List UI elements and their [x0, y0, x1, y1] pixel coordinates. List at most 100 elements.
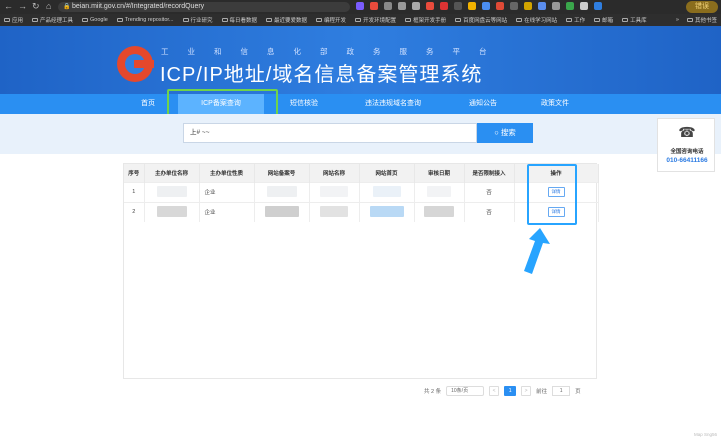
chevron-right-icon[interactable]: »	[676, 17, 679, 23]
redaction-block	[427, 185, 451, 197]
contact-label: 全国咨询电话	[670, 149, 704, 155]
extension-icon[interactable]	[594, 2, 602, 10]
bookmark-item[interactable]: 产品经理工具	[32, 16, 73, 24]
redacted-unit-name	[144, 181, 200, 202]
extension-icon[interactable]	[510, 2, 518, 10]
extension-icon[interactable]	[384, 2, 392, 10]
bookmark-item[interactable]: 百度网盘云等网站	[455, 16, 507, 24]
bookmark-item[interactable]: 行业研究	[182, 16, 213, 24]
search-button[interactable]: ○ 搜索	[477, 123, 533, 143]
column-header: 主办单位性质	[199, 164, 255, 182]
browser-nav: ← → ↻ ⌂	[4, 2, 55, 11]
redacted-site-name	[309, 201, 360, 222]
row-index: 2	[124, 201, 145, 222]
bookmark-item[interactable]: 每日看数据	[221, 16, 257, 24]
lock-icon: 🔒	[63, 4, 71, 10]
extension-icon[interactable]	[440, 2, 448, 10]
total-count: 共 2 条	[424, 389, 442, 395]
redaction-block	[320, 185, 348, 197]
extension-icon[interactable]	[454, 2, 462, 10]
extension-icon[interactable]	[496, 2, 504, 10]
extension-icon[interactable]	[524, 2, 532, 10]
search-button-label: 搜索	[500, 128, 516, 137]
google-icon	[82, 18, 89, 22]
extension-icon[interactable]	[538, 2, 546, 10]
bookmark-item[interactable]: 邮箱	[594, 16, 613, 24]
folder-icon	[455, 18, 462, 22]
folder-icon	[266, 18, 273, 22]
extension-icon[interactable]	[412, 2, 420, 10]
redacted-record-number	[254, 181, 310, 202]
redaction-block	[369, 205, 404, 217]
column-header: 主办单位名称	[144, 164, 200, 182]
redacted-site-home	[359, 201, 415, 222]
redacted-site-home	[359, 181, 415, 202]
column-header: 序号	[124, 164, 145, 182]
back-icon[interactable]: ←	[4, 2, 13, 11]
redacted-site-name	[309, 181, 360, 202]
goto-page-input[interactable]: 1	[552, 386, 571, 396]
bookmark-item[interactable]: 开发环境配置	[355, 16, 396, 24]
home-icon[interactable]: ⌂	[46, 2, 55, 11]
phone-icon: ☎	[678, 124, 696, 140]
nav-item-illegal-domain[interactable]: 违法违规域名查询	[350, 94, 436, 114]
bookmark-item[interactable]: 工作	[566, 16, 585, 24]
bookmark-item[interactable]: 最近要爱数据	[266, 16, 307, 24]
extension-icon[interactable]	[426, 2, 434, 10]
page-size-select[interactable]: 10条/页	[446, 386, 485, 396]
folder-icon	[182, 18, 189, 22]
bookmarks-bar: 应用 产品经理工具 Google Trending repositor... 行…	[0, 14, 721, 26]
redaction-block	[266, 185, 297, 197]
column-header: 网站首页	[359, 164, 415, 182]
bookmark-item[interactable]: Google	[82, 17, 108, 23]
column-header: 网站名称	[309, 164, 360, 182]
bookmark-item[interactable]: 工具库	[622, 16, 647, 24]
extension-icon[interactable]	[552, 2, 560, 10]
nav-item-home[interactable]: 首页	[128, 94, 168, 114]
extension-icon[interactable]	[398, 2, 406, 10]
redacted-review-date	[414, 181, 465, 202]
profile-button[interactable]: 错误	[686, 1, 718, 13]
bookmarks-overflow: » 其他书签	[676, 14, 717, 26]
current-page[interactable]: 1	[504, 386, 517, 396]
search-input[interactable]: 上# ~~	[183, 123, 477, 143]
goto-label: 前往	[536, 389, 548, 395]
redacted-record-number	[254, 201, 310, 222]
bookmark-item[interactable]: 编程开发	[316, 16, 346, 24]
puzzle-icon[interactable]	[580, 2, 588, 10]
extension-icon[interactable]	[566, 2, 574, 10]
nav-item-sms-verify[interactable]: 短信核验	[279, 94, 329, 114]
bookmark-item[interactable]: Trending repositor...	[116, 17, 174, 23]
reload-icon[interactable]: ↻	[32, 2, 41, 11]
nav-item-notices[interactable]: 通知公告	[458, 94, 508, 114]
banner-subtitle: 工业和信息化部政务服务平台	[161, 47, 506, 56]
prev-page-button[interactable]: <	[489, 386, 500, 396]
extension-icon[interactable]	[356, 2, 364, 10]
restricted-access: 否	[464, 201, 515, 222]
extensions-row	[356, 2, 602, 10]
address-bar[interactable]: 🔒 beian.miit.gov.cn/#/Integrated/recordQ…	[58, 2, 350, 12]
column-header: 网站备案号	[254, 164, 310, 182]
contact-phone: 010-66411166	[666, 157, 708, 164]
forward-icon[interactable]: →	[18, 2, 27, 11]
highlight-box-blue	[527, 164, 577, 225]
bookmark-item[interactable]: 框架开发手册	[405, 16, 446, 24]
folder-icon	[221, 18, 228, 22]
bookmark-item[interactable]: 应用	[4, 16, 23, 24]
extension-icon[interactable]	[468, 2, 476, 10]
unit-type: 企业	[199, 181, 255, 202]
extension-icon[interactable]	[482, 2, 490, 10]
page-title: ICP/IP地址/域名信息备案管理系统	[160, 64, 483, 86]
page-unit: 页	[575, 389, 581, 395]
next-page-button[interactable]: >	[521, 386, 532, 396]
apps-icon	[4, 18, 10, 22]
pagination: 共 2 条 10条/页 < 1 > 前往 1 页	[424, 386, 581, 396]
redaction-block	[372, 185, 401, 197]
other-bookmarks[interactable]: 其他书签	[686, 16, 717, 24]
nav-item-policy[interactable]: 政策文件	[530, 94, 580, 114]
folder-icon	[566, 18, 573, 22]
extension-icon[interactable]	[370, 2, 378, 10]
folder-icon	[405, 18, 412, 22]
github-icon	[116, 18, 123, 22]
bookmark-item[interactable]: 在线学习网站	[516, 16, 557, 24]
